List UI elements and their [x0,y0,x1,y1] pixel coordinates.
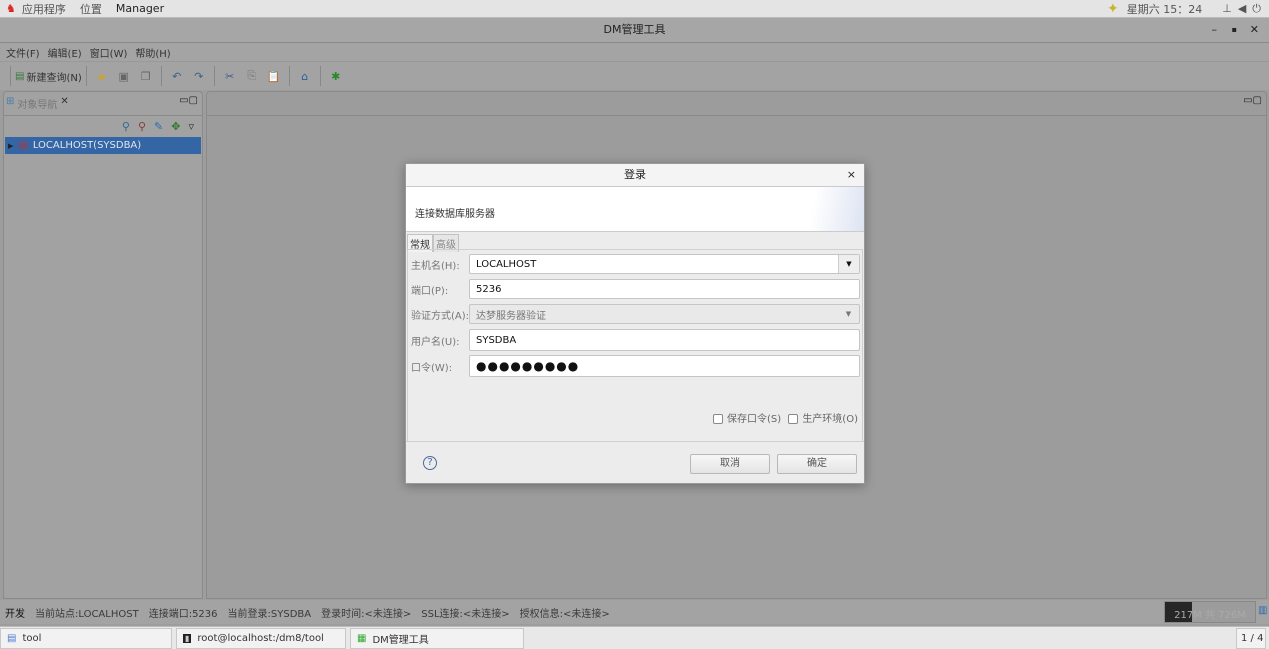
file-manager-icon: ▤ [7,633,17,644]
ok-button[interactable]: 确定 [777,454,857,474]
new-query-button[interactable]: ▤ 新建查询(N) [15,69,82,84]
port-label: 端口(P): [411,285,449,297]
expand-arrow-icon[interactable]: ▶ [8,142,13,150]
view-menu-icon[interactable]: ▿ [188,120,194,133]
paste-icon[interactable]: 📋 [266,68,282,84]
app-logo-icon: ♞ [6,2,16,15]
connection-port: 连接端口:5236 [148,608,218,620]
open-folder-icon[interactable]: ▰ [94,68,110,84]
user-label: 用户名(U): [411,336,460,348]
copy-icon[interactable]: ⎘ [244,68,260,84]
disconnect-icon[interactable]: ⚲ [138,120,146,133]
applications-menu[interactable]: 应用程序 [22,1,66,17]
redo-icon[interactable]: ↷ [191,68,207,84]
system-top-bar: ♞ 应用程序 位置 Manager ✦ 星期六 15：24 ⊥ ◀ ⏻ [0,0,1269,18]
dialog-close-button[interactable]: × [847,164,856,186]
current-login: 当前登录:SYSDBA [227,608,312,620]
close-tab-icon[interactable]: ✕ [60,96,68,111]
taskbar: ▤ tool ▮ root@localhost:/dm8/tool ▦ DM管理工具 … [0,626,1269,649]
tab-object-navigator[interactable]: ⊞ 对象导航 ✕ [6,96,69,111]
login-time: 登录时间:<未连接> [321,608,412,620]
auth-label: 验证方式(A): [411,310,470,322]
menu-help[interactable]: 帮助(H) [135,45,170,60]
places-menu[interactable]: 位置 [80,1,102,17]
password-input[interactable]: ●●●●●●●●● [469,355,860,377]
menu-bar: 文件(F) 编辑(E) 窗口(W) 帮助(H) [0,43,1269,61]
task-terminal[interactable]: ▮ root@localhost:/dm8/tool [176,628,346,649]
debug-icon[interactable]: ✱ [328,68,344,84]
home-icon[interactable]: ⌂ [297,68,313,84]
object-navigator-panel: ⊞ 对象导航 ✕ ▭▢ ⚲ ⚲ ✎ ✥ ▿ ▶ ▤ LOCALHOST(SYSD… [3,91,203,599]
connect-icon[interactable]: ⚲ [122,120,130,133]
minimize-maximize-icon[interactable]: ▭▢ [179,95,198,106]
host-label: 主机名(H): [411,260,460,272]
new-query-icon: ▤ [15,70,25,82]
maximize-button[interactable]: ▪ [1232,18,1237,42]
tray-icon[interactable]: ✦ [1107,1,1119,17]
workspace-switcher[interactable]: 1 / 4 [1236,628,1266,649]
dialog-header: 连接数据库服务器 [415,209,495,220]
save-all-icon[interactable]: ❐ [138,68,154,84]
ssl-status: SSL连接:<未连接> [421,608,510,620]
menu-file[interactable]: 文件(F) [6,45,40,60]
gc-trash-icon[interactable]: ▥ [1258,605,1267,616]
terminal-icon: ▮ [183,634,192,643]
minimize-button[interactable]: – [1212,18,1218,42]
window-title: DM管理工具 [603,23,666,36]
chevron-down-icon[interactable]: ▼ [838,255,859,273]
license-info: 授权信息:<未连接> [519,608,610,620]
edit-icon[interactable]: ✎ [154,120,163,133]
help-button[interactable]: ? [423,456,437,470]
cancel-button[interactable]: 取消 [690,454,770,474]
production-env-checkbox[interactable]: 生产环境(O) [788,414,858,425]
undo-icon[interactable]: ↶ [169,68,185,84]
auth-select[interactable]: 达梦服务器验证 ▼ [469,304,860,324]
task-dm-tool[interactable]: ▦ DM管理工具 [350,628,524,649]
dialog-title: 登录 [624,168,646,181]
memory-indicator[interactable]: 217M 共 726M [1164,601,1256,623]
window-title-bar: DM管理工具 – ▪ ✕ [0,18,1269,43]
cut-icon[interactable]: ✂ [222,68,238,84]
menu-window[interactable]: 窗口(W) [90,45,128,60]
username-input[interactable]: SYSDBA [469,329,860,351]
mode-label: 开发 [5,608,25,620]
port-input[interactable]: 5236 [469,279,860,299]
tree-icon: ⊞ [6,96,15,107]
save-password-checkbox[interactable]: 保存口令(S) [712,414,781,425]
network-icon[interactable]: ⊥ [1222,2,1232,15]
save-icon[interactable]: ▣ [116,68,132,84]
editor-minimize-maximize-icon[interactable]: ▭▢ [1243,95,1262,106]
manager-menu[interactable]: Manager [116,2,164,15]
power-icon[interactable]: ⏻ [1252,2,1261,16]
database-icon: ▤ [18,140,28,151]
dm-tool-icon: ▦ [357,633,367,644]
password-label: 口令(W): [411,362,453,374]
clock[interactable]: 星期六 15：24 [1127,1,1203,17]
status-bar: 开发 当前站点:LOCALHOST 连接端口:5236 当前登录:SYSDBA … [0,600,1269,624]
host-combobox[interactable]: LOCALHOST ▼ [469,254,860,274]
task-tool[interactable]: ▤ tool [0,628,172,649]
chevron-down-icon[interactable]: ▼ [838,305,859,323]
close-button[interactable]: ✕ [1250,18,1259,42]
volume-icon[interactable]: ◀ [1238,2,1246,15]
expand-icon[interactable]: ✥ [171,120,180,133]
menu-edit[interactable]: 编辑(E) [48,45,82,60]
login-dialog: 登录 × 连接数据库服务器 常规 高级 主机名(H): LOCALHOST ▼ 端口… [405,163,865,484]
tree-item-localhost[interactable]: ▶ ▤ LOCALHOST(SYSDBA) [5,137,201,154]
current-site: 当前站点:LOCALHOST [35,608,139,620]
toolbar: ▤ 新建查询(N) ▰ ▣ ❐ ↶ ↷ ✂ ⎘ 📋 ⌂ ✱ [0,61,1269,90]
